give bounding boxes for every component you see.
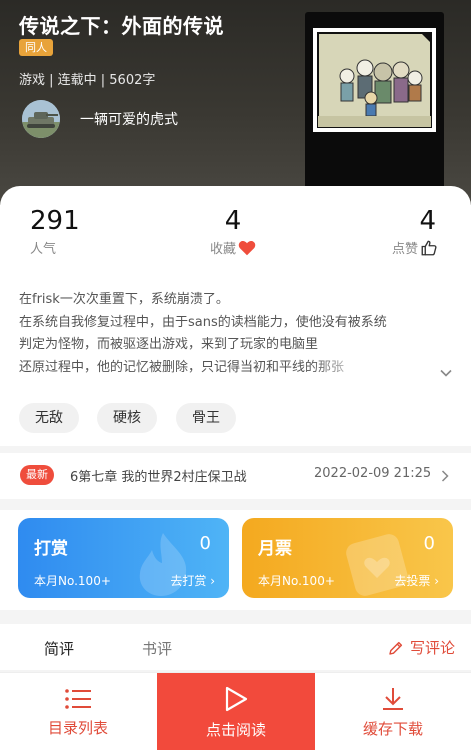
heart-icon[interactable] (238, 240, 256, 256)
book-title: 传说之下：外面的传说 (19, 14, 224, 38)
play-icon (225, 686, 248, 711)
book-summary[interactable]: 在frisk一次次重置下，系统崩溃了。 在系统自我修复过程中，由于sans的读档… (19, 289, 454, 379)
catalog-button[interactable]: 目录列表 (0, 673, 156, 750)
latest-chapter-row[interactable]: 最新 6第七章 我的世界2村庄保卫战 2022-02-09 21:25 (0, 453, 471, 499)
likes-label: 点赞 (392, 242, 419, 257)
stat-popularity: 291 人气 (30, 206, 80, 257)
reward-card[interactable]: 打赏 0 本月No.100+ 去打赏 › (18, 518, 229, 598)
list-icon (65, 688, 91, 709)
latest-badge: 最新 (20, 465, 54, 485)
write-review-button[interactable]: 写评论 (388, 637, 455, 658)
favorites-value: 4 (224, 206, 242, 236)
support-section: 打赏 0 本月No.100+ 去打赏 › 月票 0 本月No.100+ 去投票 … (0, 510, 471, 610)
ticket-action-label: 去投票 (394, 574, 431, 588)
stat-favorites[interactable]: 4 收藏 (210, 206, 256, 257)
download-icon (383, 687, 403, 710)
popularity-value: 291 (30, 206, 80, 236)
reward-count: 0 (199, 533, 211, 554)
likes-label-row[interactable]: 点赞 (392, 238, 438, 257)
popularity-label: 人气 (30, 242, 57, 257)
latest-chapter-time: 2022-02-09 21:25 (314, 466, 432, 481)
tab-book-review[interactable]: 书评 (142, 638, 172, 659)
read-button[interactable]: 点击阅读 (157, 673, 315, 750)
reward-action-label: 去打赏 (170, 574, 207, 588)
chevron-right-icon[interactable] (441, 470, 449, 482)
category-tag[interactable]: 同人 (19, 39, 53, 56)
favorites-label: 收藏 (210, 242, 237, 257)
author-row[interactable]: 一辆可爱的虎式 (22, 99, 178, 139)
book-cover[interactable] (305, 12, 444, 190)
tab-short-review[interactable]: 简评 (44, 638, 74, 659)
ticket-title: 月票 (258, 539, 292, 559)
author-avatar[interactable] (22, 100, 60, 138)
tag-chip[interactable]: 硬核 (97, 403, 157, 433)
download-label: 缓存下载 (362, 719, 423, 738)
reward-rank: 本月No.100+ (34, 574, 111, 588)
review-tabs: 简评 书评 写评论 (0, 624, 471, 670)
summary-line: 在frisk一次次重置下，系统崩溃了。 (19, 292, 229, 307)
pencil-icon (389, 641, 403, 655)
reward-action[interactable]: 去打赏 › (170, 572, 215, 589)
ticket-count: 0 (423, 533, 435, 554)
ticket-action[interactable]: 去投票 › (394, 572, 439, 589)
read-label: 点击阅读 (205, 720, 266, 739)
tag-chip[interactable]: 无敌 (19, 403, 79, 433)
summary-line: 还原过程中，他的记忆被删除，只记得当初和平线的那张 (19, 356, 419, 380)
author-name[interactable]: 一辆可爱的虎式 (80, 109, 178, 129)
reward-title: 打赏 (34, 539, 68, 559)
cover-image (313, 28, 436, 132)
summary-line: 判定为怪物，而被驱逐出游戏，来到了玩家的电脑里 (19, 337, 319, 352)
write-review-label: 写评论 (409, 639, 455, 657)
catalog-label: 目录列表 (47, 718, 108, 737)
ticket-rank: 本月No.100+ (258, 574, 335, 588)
tag-chip[interactable]: 骨王 (176, 403, 236, 433)
chevron-down-icon[interactable] (439, 366, 453, 380)
bottom-action-bar: 目录列表 点击阅读 缓存下载 (0, 672, 471, 750)
stat-likes[interactable]: 4 点赞 (392, 206, 438, 257)
favorites-label-row[interactable]: 收藏 (210, 238, 256, 257)
summary-line: 在系统自我修复过程中，由于sans的读档能力，使他没有被系统 (19, 314, 387, 330)
download-button[interactable]: 缓存下载 (315, 673, 471, 750)
likes-value: 4 (419, 206, 437, 236)
book-header: 传说之下：外面的传说 同人 游戏 | 连载中 | 5602字 一辆可爱的虎式 (0, 0, 471, 205)
latest-chapter-title[interactable]: 6第七章 我的世界2村庄保卫战 (70, 466, 247, 485)
monthly-ticket-card[interactable]: 月票 0 本月No.100+ 去投票 › (242, 518, 453, 598)
book-meta: 游戏 | 连载中 | 5602字 (19, 73, 156, 88)
thumbs-up-icon[interactable] (420, 239, 438, 257)
